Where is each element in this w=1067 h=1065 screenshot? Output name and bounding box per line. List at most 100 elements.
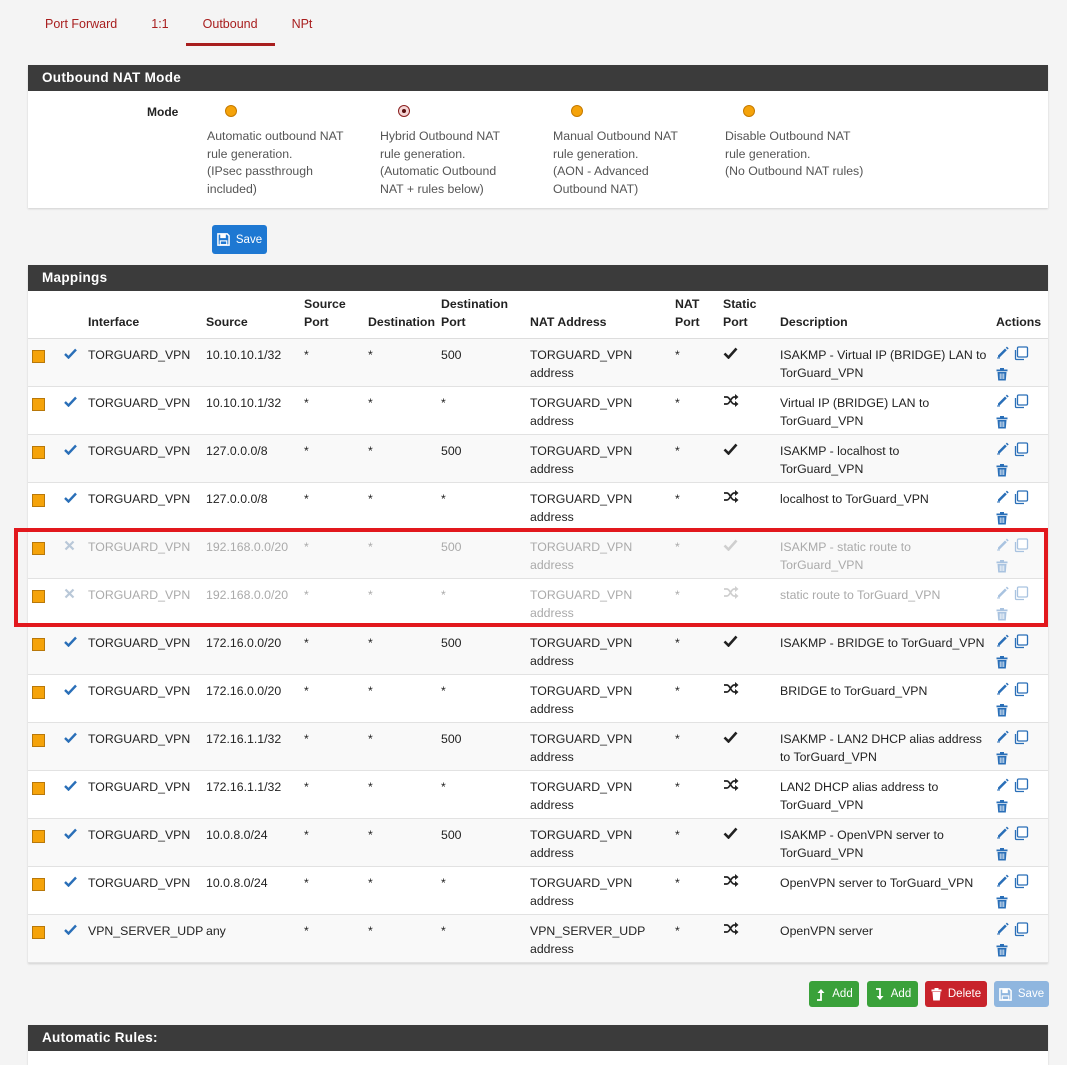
enabled-status[interactable] — [60, 578, 84, 627]
tab-npt[interactable]: NPt — [275, 0, 330, 46]
enabled-status[interactable] — [60, 386, 84, 435]
pencil-icon[interactable] — [996, 826, 1009, 846]
trash-icon[interactable] — [996, 368, 1008, 386]
enabled-status[interactable] — [60, 914, 84, 963]
drag-handle-icon[interactable] — [32, 878, 45, 891]
table-row[interactable]: TORGUARD_VPN 10.0.8.0/24 * * * TORGUARD_VPN ad… — [28, 866, 1048, 915]
check-icon[interactable] — [64, 876, 77, 890]
check-icon[interactable] — [64, 444, 77, 458]
trash-icon[interactable] — [996, 512, 1008, 530]
copy-icon[interactable] — [1013, 922, 1029, 942]
drag-handle-icon[interactable] — [32, 446, 45, 459]
pencil-icon[interactable] — [996, 442, 1009, 462]
table-row[interactable]: TORGUARD_VPN 192.168.0.0/20 * * * TORGUARD_VP… — [28, 578, 1048, 627]
copy-icon[interactable] — [1013, 634, 1029, 654]
trash-icon[interactable] — [996, 464, 1008, 482]
table-row[interactable]: TORGUARD_VPN 192.168.0.0/20 * * 500 TORGUARD_… — [28, 530, 1048, 579]
drag-handle-icon[interactable] — [32, 734, 45, 747]
check-icon[interactable] — [64, 828, 77, 842]
trash-icon[interactable] — [996, 416, 1008, 434]
drag-handle-icon[interactable] — [32, 542, 45, 555]
table-row[interactable]: TORGUARD_VPN 10.0.8.0/24 * * 500 TORGUARD_VPN… — [28, 818, 1048, 867]
copy-icon[interactable] — [1013, 826, 1029, 846]
trash-icon[interactable] — [996, 752, 1008, 770]
mode-radio[interactable] — [743, 105, 755, 117]
check-icon[interactable] — [64, 492, 77, 506]
table-row[interactable]: TORGUARD_VPN 172.16.1.1/32 * * 500 TORGUARD_V… — [28, 722, 1048, 771]
check-icon[interactable] — [64, 732, 77, 746]
pencil-icon[interactable] — [996, 730, 1009, 750]
enabled-status[interactable] — [60, 866, 84, 915]
trash-icon[interactable] — [996, 560, 1008, 578]
drag-handle-icon[interactable] — [32, 590, 45, 603]
enabled-status[interactable] — [60, 626, 84, 675]
drag-handle-icon[interactable] — [32, 494, 45, 507]
table-row[interactable]: TORGUARD_VPN 127.0.0.0/8 * * 500 TORGUARD_VPN… — [28, 434, 1048, 483]
table-row[interactable]: TORGUARD_VPN 127.0.0.0/8 * * * TORGUARD_VPN ad… — [28, 482, 1048, 531]
drag-handle-icon[interactable] — [32, 686, 45, 699]
add-top-button[interactable]: Add — [809, 981, 859, 1007]
pencil-icon[interactable] — [996, 394, 1009, 414]
save-mode-button[interactable]: Save — [212, 225, 267, 254]
check-icon[interactable] — [64, 636, 77, 650]
mode-radio[interactable] — [398, 105, 410, 117]
check-icon[interactable] — [64, 684, 77, 698]
trash-icon[interactable] — [996, 896, 1008, 914]
drag-handle-icon[interactable] — [32, 830, 45, 843]
trash-icon[interactable] — [996, 848, 1008, 866]
mode-option[interactable]: Hybrid Outbound NAT rule generation. (Auto… — [380, 105, 540, 198]
enabled-status[interactable] — [60, 434, 84, 483]
drag-handle[interactable] — [28, 866, 60, 915]
times-icon[interactable] — [64, 588, 75, 602]
enabled-status[interactable] — [60, 722, 84, 771]
enabled-status[interactable] — [60, 770, 84, 819]
pencil-icon[interactable] — [996, 346, 1009, 366]
trash-icon[interactable] — [996, 704, 1008, 722]
pencil-icon[interactable] — [996, 538, 1009, 558]
table-row[interactable]: TORGUARD_VPN 10.10.10.1/32 * * * TORGUARD_VPN… — [28, 386, 1048, 435]
pencil-icon[interactable] — [996, 778, 1009, 798]
table-row[interactable]: TORGUARD_VPN 172.16.0.0/20 * * 500 TORGUARD_V… — [28, 626, 1048, 675]
copy-icon[interactable] — [1013, 394, 1029, 414]
copy-icon[interactable] — [1013, 682, 1029, 702]
enabled-status[interactable] — [60, 338, 84, 387]
trash-icon[interactable] — [996, 944, 1008, 962]
check-icon[interactable] — [64, 780, 77, 794]
tab-one-to-one[interactable]: 1:1 — [134, 0, 185, 46]
check-icon[interactable] — [64, 396, 77, 410]
check-icon[interactable] — [64, 924, 77, 938]
mode-radio[interactable] — [225, 105, 237, 117]
mode-radio[interactable] — [571, 105, 583, 117]
tab-port-forward[interactable]: Port Forward — [28, 0, 134, 46]
drag-handle[interactable] — [28, 818, 60, 867]
delete-button[interactable]: Delete — [925, 981, 987, 1007]
pencil-icon[interactable] — [996, 586, 1009, 606]
enabled-status[interactable] — [60, 482, 84, 531]
pencil-icon[interactable] — [996, 922, 1009, 942]
trash-icon[interactable] — [996, 656, 1008, 674]
table-row[interactable]: TORGUARD_VPN 172.16.0.0/20 * * * TORGUARD_VPN… — [28, 674, 1048, 723]
drag-handle[interactable] — [28, 770, 60, 819]
copy-icon[interactable] — [1013, 346, 1029, 366]
times-icon[interactable] — [64, 540, 75, 554]
copy-icon[interactable] — [1013, 586, 1029, 606]
enabled-status[interactable] — [60, 530, 84, 579]
drag-handle[interactable] — [28, 530, 60, 579]
enabled-status[interactable] — [60, 674, 84, 723]
mode-option[interactable]: Manual Outbound NAT rule generation. (AON … — [553, 105, 713, 198]
copy-icon[interactable] — [1013, 538, 1029, 558]
trash-icon[interactable] — [996, 608, 1008, 626]
drag-handle-icon[interactable] — [32, 398, 45, 411]
drag-handle-icon[interactable] — [32, 782, 45, 795]
drag-handle[interactable] — [28, 914, 60, 963]
drag-handle[interactable] — [28, 626, 60, 675]
drag-handle[interactable] — [28, 578, 60, 627]
copy-icon[interactable] — [1013, 442, 1029, 462]
copy-icon[interactable] — [1013, 874, 1029, 894]
trash-icon[interactable] — [996, 800, 1008, 818]
save-mappings-button[interactable]: Save — [994, 981, 1049, 1007]
drag-handle[interactable] — [28, 482, 60, 531]
drag-handle[interactable] — [28, 674, 60, 723]
copy-icon[interactable] — [1013, 778, 1029, 798]
drag-handle-icon[interactable] — [32, 926, 45, 939]
